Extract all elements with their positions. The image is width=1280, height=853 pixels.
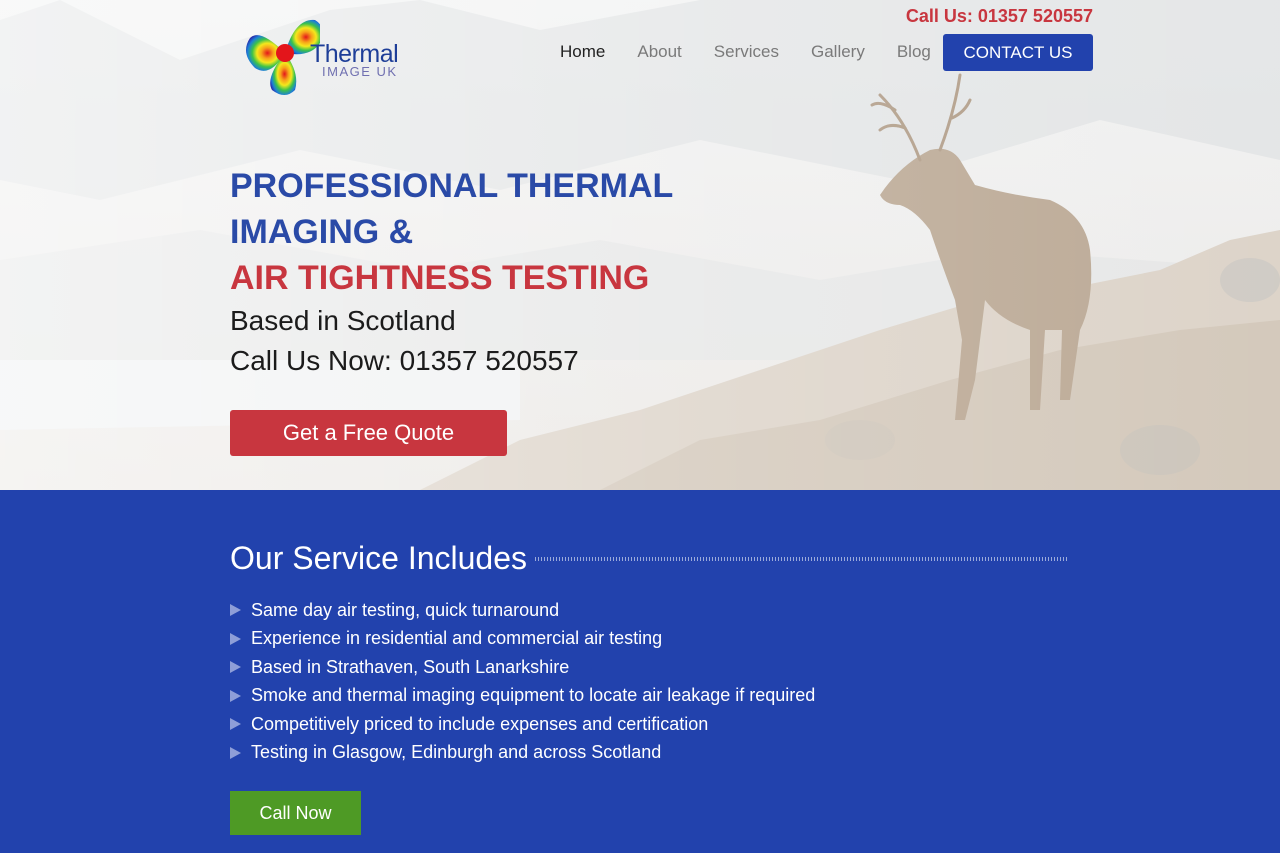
nav-blog[interactable]: Blog — [897, 42, 931, 62]
logo-subtitle: IMAGE UK — [322, 64, 398, 79]
hero-section: Thermal IMAGE UK Call Us: 01357 520557 H… — [0, 0, 1280, 490]
service-text: Experience in residential and commercial… — [251, 628, 663, 649]
services-list: Same day air testing, quick turnaround E… — [230, 596, 815, 767]
hero-headline: PROFESSIONAL THERMAL IMAGING & AIR TIGHT… — [230, 163, 673, 381]
triangle-bullet-icon — [230, 632, 241, 645]
triangle-bullet-icon — [230, 604, 241, 617]
services-section: Our Service Includes Same day air testin… — [0, 490, 1280, 853]
list-item: Competitively priced to include expenses… — [230, 710, 815, 739]
list-item: Testing in Glasgow, Edinburgh and across… — [230, 739, 815, 768]
hero-title-line3: AIR TIGHTNESS TESTING — [230, 259, 650, 297]
nav-gallery[interactable]: Gallery — [811, 42, 865, 62]
hero-title-line2: IMAGING & — [230, 213, 414, 251]
nav-about[interactable]: About — [637, 42, 681, 62]
list-item: Based in Strathaven, South Lanarkshire — [230, 653, 815, 682]
header-phone[interactable]: Call Us: 01357 520557 — [906, 6, 1093, 27]
main-nav: Home About Services Gallery Blog — [560, 42, 963, 62]
triangle-bullet-icon — [230, 718, 241, 731]
service-text: Competitively priced to include expenses… — [251, 713, 709, 734]
triangle-bullet-icon — [230, 746, 241, 759]
call-now-button[interactable]: Call Now — [230, 791, 361, 835]
site-logo[interactable]: Thermal IMAGE UK — [240, 8, 410, 98]
triangle-bullet-icon — [230, 661, 241, 674]
service-text: Based in Strathaven, South Lanarkshire — [251, 656, 570, 677]
free-quote-button[interactable]: Get a Free Quote — [230, 410, 507, 456]
nav-home[interactable]: Home — [560, 42, 605, 62]
list-item: Same day air testing, quick turnaround — [230, 596, 815, 625]
service-text: Testing in Glasgow, Edinburgh and across… — [251, 742, 662, 763]
thermal-propeller-logo-icon — [246, 19, 320, 95]
services-title: Our Service Includes — [230, 540, 528, 576]
service-text: Smoke and thermal imaging equipment to l… — [251, 685, 816, 706]
title-divider — [535, 557, 1069, 561]
triangle-bullet-icon — [230, 689, 241, 702]
list-item: Smoke and thermal imaging equipment to l… — [230, 682, 815, 711]
hero-title-line1: PROFESSIONAL THERMAL — [230, 167, 674, 205]
hero-subtitle-location: Based in Scotland — [230, 305, 456, 336]
service-text: Same day air testing, quick turnaround — [251, 599, 560, 620]
hero-subtitle-phone: Call Us Now: 01357 520557 — [230, 345, 579, 376]
list-item: Experience in residential and commercial… — [230, 625, 815, 654]
contact-us-button[interactable]: CONTACT US — [943, 34, 1093, 71]
nav-services[interactable]: Services — [714, 42, 779, 62]
